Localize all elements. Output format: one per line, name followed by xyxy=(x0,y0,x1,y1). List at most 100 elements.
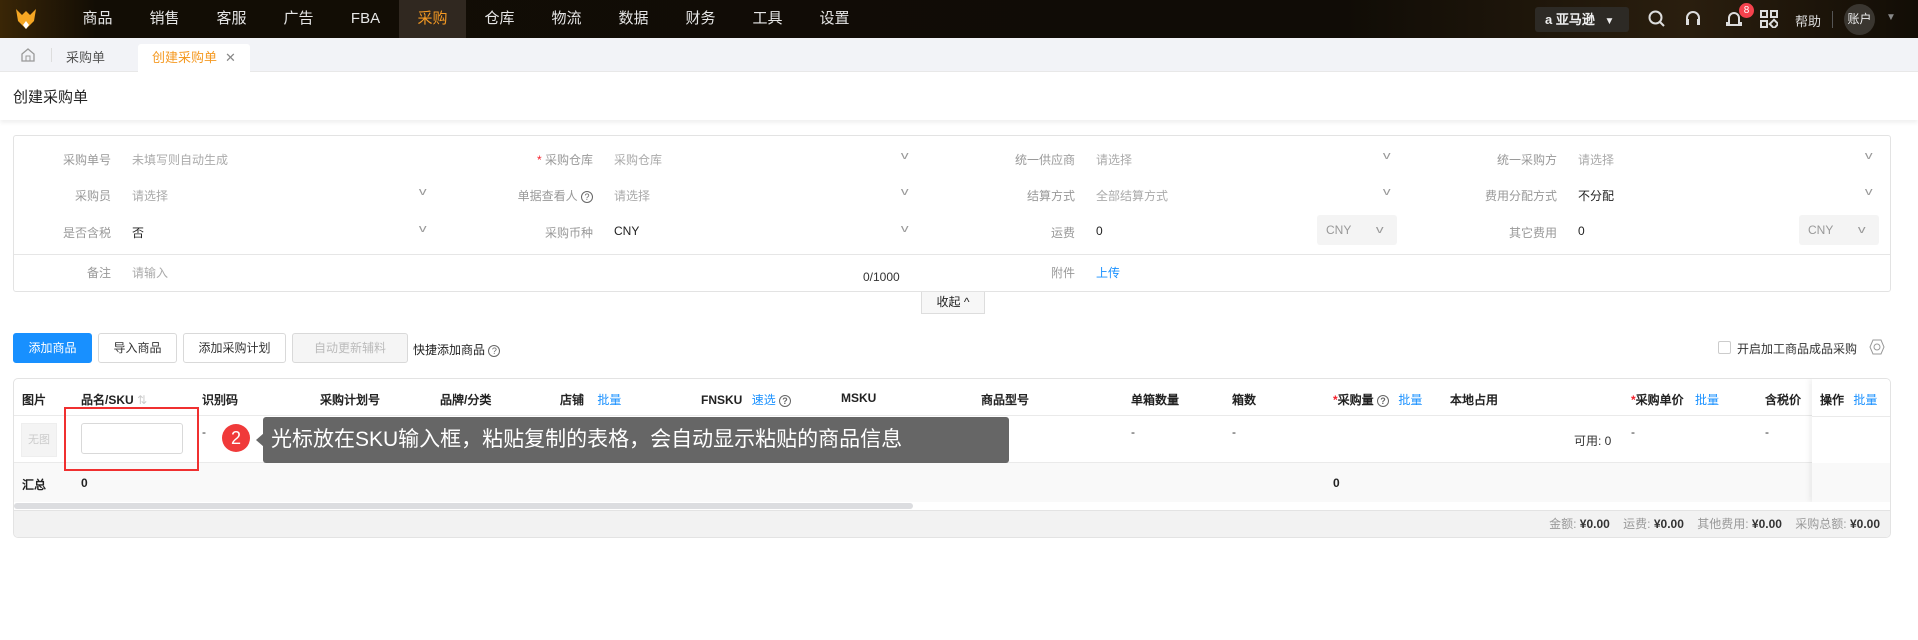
cost-alloc-select[interactable]: 不分配 xyxy=(1578,187,1614,204)
buyer-select[interactable]: 请选择 xyxy=(132,187,168,204)
auto-update-button[interactable]: 自动更新辅料 xyxy=(292,333,408,363)
id-code-value: - xyxy=(202,425,206,439)
chevron-down-icon[interactable]: v xyxy=(901,223,909,235)
search-icon[interactable] xyxy=(1648,10,1666,28)
close-icon[interactable]: ✕ xyxy=(225,50,236,65)
account-avatar[interactable]: 账户 xyxy=(1844,4,1875,35)
action-column: 操作 批量 xyxy=(1812,379,1890,502)
divider xyxy=(1812,416,1890,417)
help-icon[interactable]: ? xyxy=(1377,394,1390,407)
quick-add-label: 快捷添加商品 ? xyxy=(413,341,501,358)
note-textarea[interactable]: 请输入 xyxy=(132,264,922,290)
chevron-down-icon[interactable]: v xyxy=(1865,150,1873,162)
nav-item[interactable]: FBA xyxy=(332,0,399,38)
header-shop: 店铺 批量 xyxy=(560,391,621,408)
nav-item[interactable]: 财务 xyxy=(667,0,734,38)
header-image: 图片 xyxy=(22,393,47,407)
tab-purchase-orders[interactable]: 采购单 xyxy=(66,47,105,66)
warehouse-select[interactable]: 采购仓库 xyxy=(614,151,662,168)
collapse-button[interactable]: 收起 ^ xyxy=(921,292,985,314)
highlight-box xyxy=(64,407,199,471)
settings-icon[interactable] xyxy=(1869,339,1885,355)
nav-item[interactable]: 数据 xyxy=(600,0,667,38)
import-product-button[interactable]: 导入商品 xyxy=(98,333,177,363)
processing-checkbox[interactable] xyxy=(1718,341,1731,354)
nav-item[interactable]: 工具 xyxy=(734,0,801,38)
upload-link[interactable]: 上传 xyxy=(1096,264,1120,281)
help-icon[interactable]: ? xyxy=(581,190,593,203)
warehouse-label-text: 采购仓库 xyxy=(544,153,593,167)
currency-label: 采购币种 xyxy=(544,226,593,240)
chevron-down-icon[interactable]: v xyxy=(1865,186,1873,198)
nav-item[interactable]: 设置 xyxy=(801,0,868,38)
tax-select[interactable]: 否 xyxy=(132,224,144,241)
chevron-down-icon[interactable]: v xyxy=(419,186,427,198)
header-unit-price: *采购单价 批量 xyxy=(1631,391,1719,408)
no-image-placeholder: 无图 xyxy=(21,423,57,457)
chevron-up-icon: ^ xyxy=(963,295,970,309)
header-shop-text: 店铺 xyxy=(560,393,585,407)
other-total-value: ¥0.00 xyxy=(1751,517,1782,531)
nav-item[interactable]: 销售 xyxy=(131,0,198,38)
chevron-down-icon[interactable]: v xyxy=(1383,150,1391,162)
supplier-select[interactable]: 请选择 xyxy=(1096,151,1132,168)
batch-link[interactable]: 批量 xyxy=(597,393,621,407)
header-action: 操作 批量 xyxy=(1820,391,1877,408)
purchaser-party-label: 统一采购方 xyxy=(1496,153,1557,167)
help-icon[interactable]: ? xyxy=(779,394,792,407)
nav-item[interactable]: 商品 xyxy=(64,0,131,38)
currency-select[interactable]: CNY xyxy=(614,224,639,238)
viewer-select[interactable]: 请选择 xyxy=(614,187,650,204)
batch-link[interactable]: 批量 xyxy=(1853,393,1877,407)
table-header xyxy=(14,379,1890,416)
batch-link[interactable]: 批量 xyxy=(1398,393,1422,407)
summary-label: 汇总 xyxy=(22,478,47,492)
chevron-down-icon[interactable]: v xyxy=(901,186,909,198)
quick-select-link[interactable]: 速选 xyxy=(752,393,776,407)
batch-link[interactable]: 批量 xyxy=(1695,393,1719,407)
marketplace-select[interactable]: a 亚马逊 ▼ xyxy=(1535,7,1629,32)
tab-create-purchase-order[interactable]: 创建采购单 ✕ xyxy=(138,44,250,72)
divider xyxy=(14,254,1890,255)
settlement-select[interactable]: 全部结算方式 xyxy=(1096,187,1168,204)
scrollbar-thumb[interactable] xyxy=(14,503,913,509)
settlement-label: 结算方式 xyxy=(1026,189,1075,203)
page-header: 创建采购单 xyxy=(0,72,1918,120)
header-local: 本地占用 xyxy=(1450,393,1499,407)
boxes-value: - xyxy=(1232,425,1236,439)
other-fee-input[interactable]: 0 xyxy=(1578,224,1585,238)
horizontal-scrollbar[interactable] xyxy=(14,502,1890,510)
other-fee-currency-select[interactable]: CNY v xyxy=(1799,215,1879,245)
nav-item[interactable]: 客服 xyxy=(198,0,265,38)
home-icon[interactable] xyxy=(20,47,36,63)
notification-badge: 8 xyxy=(1739,3,1754,18)
chevron-down-icon[interactable]: v xyxy=(1383,186,1391,198)
warehouse-label: * 采购仓库 xyxy=(496,151,593,168)
order-no-input[interactable]: 未填写则自动生成 xyxy=(132,151,228,168)
nav-item[interactable]: 物流 xyxy=(533,0,600,38)
headset-icon[interactable] xyxy=(1684,10,1702,28)
nav-item[interactable]: 仓库 xyxy=(466,0,533,38)
nav-item[interactable]: 采购 xyxy=(399,0,466,38)
header-name-sku[interactable]: 品名/SKU ⇅ xyxy=(81,391,147,408)
summary-count: 0 xyxy=(81,476,88,490)
account-caret-icon[interactable]: ▼ xyxy=(1886,12,1896,23)
tab-bar: 采购单 创建采购单 ✕ xyxy=(0,38,1918,72)
sort-icon[interactable]: ⇅ xyxy=(137,393,147,407)
purchaser-party-select[interactable]: 请选择 xyxy=(1578,151,1614,168)
chevron-down-icon[interactable]: v xyxy=(901,150,909,162)
summary-row xyxy=(14,463,1890,502)
add-plan-button[interactable]: 添加采购计划 xyxy=(183,333,286,363)
add-product-button[interactable]: 添加商品 xyxy=(13,333,92,363)
tax-price-value: - xyxy=(1765,425,1769,439)
header-per-box: 单箱数量 xyxy=(1131,393,1180,407)
apps-grid-icon[interactable] xyxy=(1760,10,1778,28)
help-icon[interactable]: ? xyxy=(488,344,501,357)
summary-qty: 0 xyxy=(1333,476,1340,490)
nav-item[interactable]: 广告 xyxy=(265,0,332,38)
chevron-down-icon[interactable]: v xyxy=(419,223,427,235)
logo-icon xyxy=(16,9,36,29)
help-link[interactable]: 帮助 xyxy=(1795,11,1821,30)
freight-input[interactable]: 0 xyxy=(1096,224,1103,238)
freight-currency-select[interactable]: CNY v xyxy=(1317,215,1397,245)
